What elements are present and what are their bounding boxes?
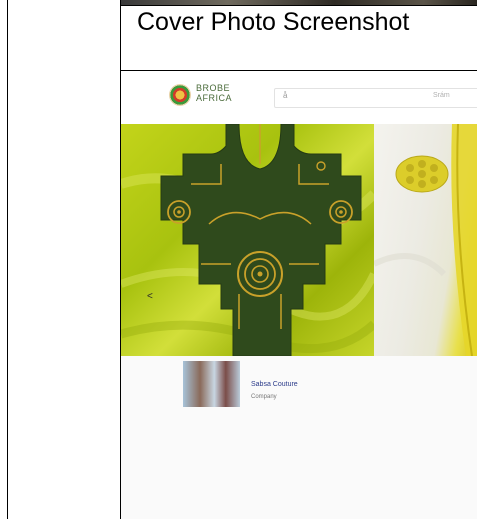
brobe-logo-icon: [169, 84, 191, 106]
profile-name[interactable]: Sabsa Couture: [251, 381, 298, 388]
section-heading: Cover Photo Screenshot: [137, 8, 410, 36]
search-placeholder: å: [283, 91, 288, 100]
cover-photo-green-embroidery: <: [121, 123, 378, 357]
embroidery-illustration: [121, 123, 378, 357]
logo-line-2: AFRICA: [196, 93, 233, 103]
search-right-text: Srám: [433, 92, 450, 99]
heading-top-border: [120, 5, 477, 6]
fabric-illustration: [372, 123, 477, 357]
carousel-prev-button[interactable]: <: [147, 291, 153, 302]
heading-bottom-border: [120, 70, 477, 71]
cover-photo-screenshot: BROBE AFRICA å Srám < Sabsa Couture Comp…: [121, 72, 477, 519]
site-header: BROBE AFRICA å Srám: [121, 72, 477, 124]
logo-line-1: BROBE: [196, 83, 231, 93]
profile-subtitle: Company: [251, 394, 277, 400]
cover-photo-white-yellow-fabric: [372, 123, 477, 357]
table-left-border: [7, 0, 8, 519]
profile-picture[interactable]: [183, 361, 240, 407]
logo-text: BROBE AFRICA: [196, 83, 232, 103]
search-input[interactable]: å Srám: [274, 88, 477, 108]
